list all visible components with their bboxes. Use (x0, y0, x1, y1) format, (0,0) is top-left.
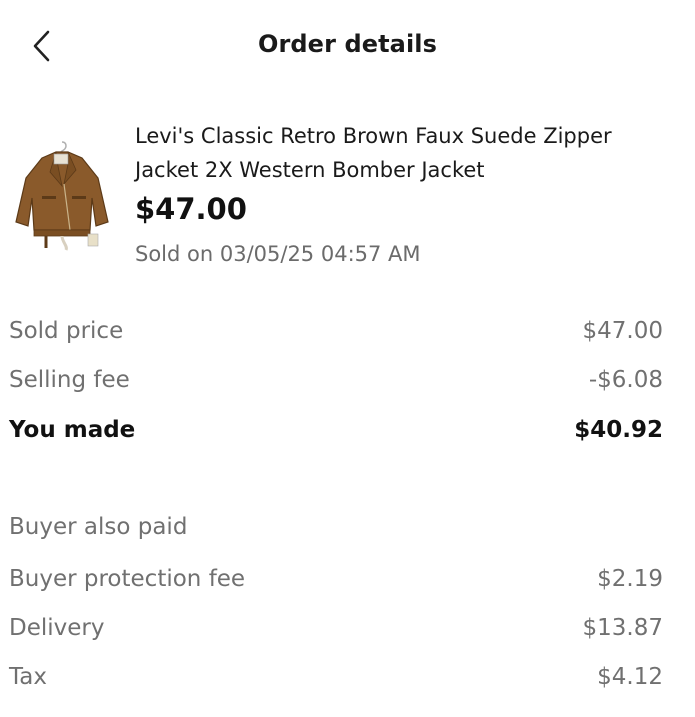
product-price: $47.00 (135, 192, 247, 226)
buyer-section-heading: Buyer also paid (9, 514, 188, 540)
top-bar: Order details (0, 0, 695, 95)
tax-value: $4.12 (597, 664, 663, 690)
you-made-label: You made (9, 417, 136, 443)
buyer-protection-label: Buyer protection fee (9, 566, 246, 592)
selling-fee-value: -$6.08 (588, 367, 663, 393)
selling-fee-row: Selling fee -$6.08 (9, 360, 663, 400)
sold-date: Sold on 03/05/25 04:57 AM (135, 242, 421, 266)
delivery-label: Delivery (9, 615, 105, 641)
product-summary: Levi's Classic Retro Brown Faux Suede Zi… (0, 110, 695, 280)
buyer-protection-row: Buyer protection fee $2.19 (9, 559, 663, 599)
product-title[interactable]: Levi's Classic Retro Brown Faux Suede Zi… (135, 119, 655, 187)
you-made-value: $40.92 (574, 417, 663, 443)
product-thumbnail[interactable] (12, 138, 112, 254)
sold-price-row: Sold price $47.00 (9, 311, 663, 351)
jacket-image (15, 141, 109, 251)
sold-price-label: Sold price (9, 318, 124, 344)
buyer-protection-value: $2.19 (597, 566, 663, 592)
tax-row: Tax $4.12 (9, 657, 663, 697)
page-title: Order details (257, 30, 438, 58)
selling-fee-label: Selling fee (9, 367, 130, 393)
tax-label: Tax (9, 664, 47, 690)
delivery-row: Delivery $13.87 (9, 608, 663, 648)
delivery-value: $13.87 (582, 615, 663, 641)
sold-price-value: $47.00 (582, 318, 663, 344)
you-made-row: You made $40.92 (9, 410, 663, 450)
